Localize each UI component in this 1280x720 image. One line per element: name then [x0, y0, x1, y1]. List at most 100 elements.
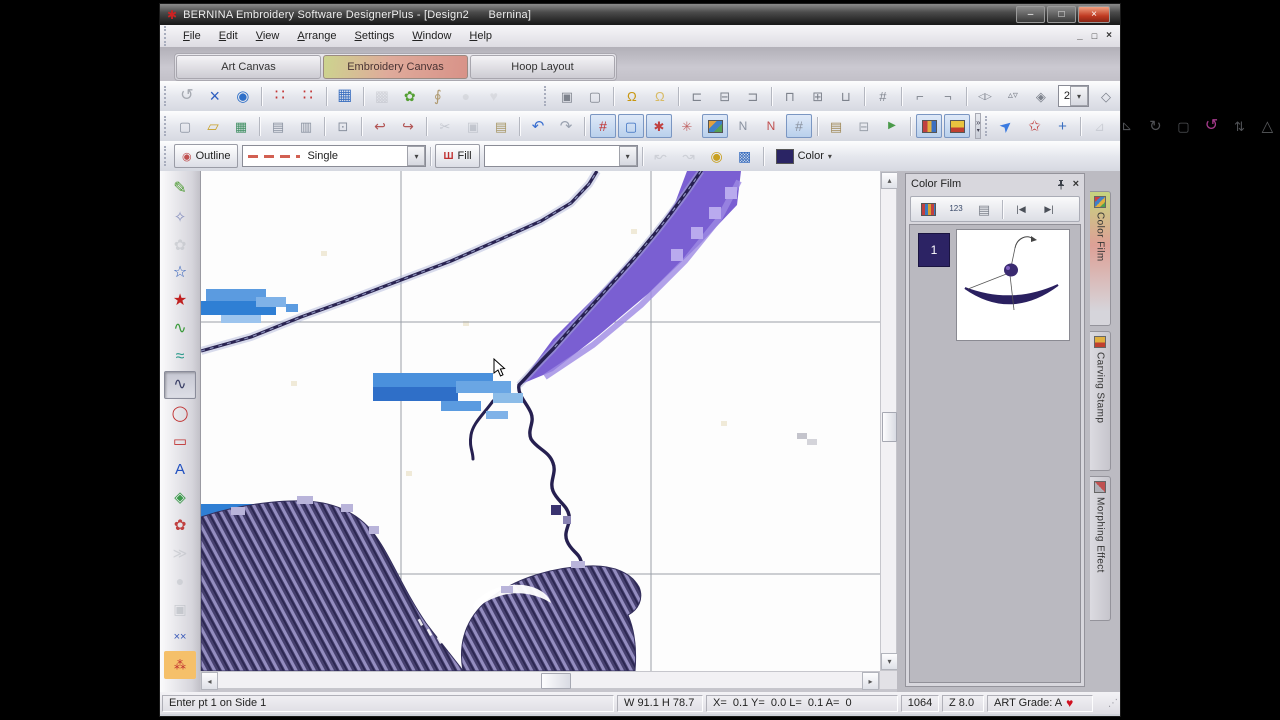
outline-style-select[interactable]: Single ▾: [242, 145, 427, 167]
tab-art-canvas[interactable]: Art Canvas: [176, 55, 321, 79]
insert-artwork-icon[interactable]: ↩: [367, 114, 393, 138]
leaf-icon[interactable]: ✿: [397, 84, 423, 108]
array-horizontal-icon[interactable]: ⌐: [907, 84, 933, 108]
menu-item-arrange[interactable]: Arrange: [288, 27, 345, 45]
color-film-list[interactable]: 1: [909, 224, 1081, 683]
heart-icon[interactable]: ♥: [481, 84, 507, 108]
rectangle-icon[interactable]: ▭: [164, 427, 196, 455]
chevron-down-icon[interactable]: ▾: [618, 146, 637, 166]
horizontal-scrollbar[interactable]: ◂ ▸: [200, 671, 880, 690]
mdi-restore-button[interactable]: □: [1092, 31, 1097, 41]
applique-icon[interactable]: ✿: [164, 511, 196, 539]
mirror-y-icon[interactable]: ⊿: [1114, 114, 1140, 138]
color-film-thumbnail[interactable]: [956, 229, 1070, 341]
add-holes-icon[interactable]: +: [1049, 114, 1075, 138]
align-right-icon[interactable]: ⊐: [740, 84, 766, 108]
menu-item-window[interactable]: Window: [403, 27, 460, 45]
rotate-45-icon[interactable]: ↻: [1142, 114, 1168, 138]
freehand-closed-icon[interactable]: ≈: [164, 343, 196, 371]
toolbar-drag-handle[interactable]: [164, 86, 168, 106]
outline-button[interactable]: ◉ Outline: [174, 144, 239, 168]
align-middle-icon[interactable]: ⊞: [805, 84, 831, 108]
show-outlines-icon[interactable]: N: [758, 114, 784, 138]
scale-icon[interactable]: ▢: [1170, 114, 1196, 138]
array-vertical-icon[interactable]: ¬: [935, 84, 961, 108]
color-film-header[interactable]: Color Film ×: [906, 174, 1084, 194]
align-left-icon[interactable]: ⊏: [684, 84, 710, 108]
chevron-down-icon[interactable]: ▾: [407, 146, 426, 166]
paste-icon[interactable]: ▤: [488, 114, 514, 138]
dot-grid-icon[interactable]: ∷: [267, 84, 293, 108]
mirror-horizontal-icon[interactable]: ◁▷: [972, 84, 998, 108]
film-strip-icon[interactable]: [915, 197, 941, 221]
toolbar-drag-handle[interactable]: [985, 116, 988, 136]
open-icon[interactable]: ▱: [200, 114, 226, 138]
pin-icon[interactable]: [1056, 179, 1066, 190]
print-icon[interactable]: ▤: [265, 114, 291, 138]
free-rotate-icon[interactable]: ↺: [1198, 114, 1224, 138]
vertical-scrollbar[interactable]: ▴ ▾: [880, 171, 898, 671]
write-to-machine-icon[interactable]: ⊡: [330, 114, 356, 138]
menu-item-settings[interactable]: Settings: [346, 27, 404, 45]
cross-stitch-icon[interactable]: ××: [164, 623, 196, 651]
print-preview-icon[interactable]: ▥: [293, 114, 319, 138]
mdi-minimize-button[interactable]: _: [1077, 31, 1083, 41]
embroidery-canvas[interactable]: [199, 168, 881, 672]
panel-close-icon[interactable]: ×: [1073, 178, 1079, 190]
align-center-icon[interactable]: ⊟: [712, 84, 738, 108]
overview-window-icon[interactable]: ⊟: [851, 114, 877, 138]
menu-item-view[interactable]: View: [247, 27, 289, 45]
mirror-x-icon[interactable]: ⊿: [1086, 114, 1112, 138]
wreath-icon[interactable]: ◇: [1093, 84, 1119, 108]
scroll-down-icon[interactable]: ▾: [881, 653, 898, 670]
swap-colors-icon[interactable]: ↺: [174, 84, 200, 108]
digitize-open-icon[interactable]: ☆: [164, 259, 196, 287]
auto-digitize-icon[interactable]: ✿: [164, 231, 196, 259]
align-top-icon[interactable]: ⊓: [777, 84, 803, 108]
lock-icon[interactable]: Ω: [619, 84, 645, 108]
menu-item-file[interactable]: File: [174, 27, 210, 45]
sphere-icon[interactable]: ●: [453, 84, 479, 108]
close-button[interactable]: ×: [1078, 6, 1110, 23]
new-icon[interactable]: ▢: [172, 114, 198, 138]
dock-tab-color-film[interactable]: Color Film: [1090, 191, 1111, 326]
vertical-scroll-thumb[interactable]: [882, 412, 897, 442]
chevron-down-icon[interactable]: ▾: [1070, 86, 1088, 106]
menu-item-help[interactable]: Help: [460, 27, 501, 45]
scroll-left-icon[interactable]: ◂: [201, 672, 218, 690]
sequence-by-color-icon[interactable]: ▤: [971, 197, 997, 221]
array-count-select[interactable]: 2 ▾: [1057, 85, 1089, 107]
insert-embroidery-icon[interactable]: ↪: [395, 114, 421, 138]
outline-design-icon[interactable]: ▣: [164, 595, 196, 623]
freehand-applique-icon[interactable]: ≫: [164, 539, 196, 567]
freehand-open-icon[interactable]: ∿: [164, 315, 196, 343]
stamp-icon[interactable]: [944, 114, 970, 138]
mirror-both-icon[interactable]: ◈: [1028, 84, 1054, 108]
back-icon[interactable]: |◀: [1008, 197, 1034, 221]
reshape-icon[interactable]: ✩: [1021, 114, 1047, 138]
magic-wand-icon[interactable]: ✧: [164, 203, 196, 231]
horizontal-scroll-thumb[interactable]: [541, 673, 571, 689]
quilter-grid-icon[interactable]: ▦: [332, 84, 358, 108]
show-artwork-icon[interactable]: ✱: [646, 114, 672, 138]
outline-stitch-icon[interactable]: ↜: [648, 144, 674, 168]
align-bottom-icon[interactable]: ⊔: [833, 84, 859, 108]
needle-points-icon[interactable]: #: [786, 114, 812, 138]
mdi-close-button[interactable]: ×: [1106, 31, 1112, 41]
pattern-icon[interactable]: ◉: [704, 144, 730, 168]
lettering-icon[interactable]: A: [164, 455, 196, 483]
toolbar-drag-handle[interactable]: [544, 86, 548, 106]
toolbar-drag-handle[interactable]: [164, 146, 169, 166]
show-grid-icon[interactable]: #: [590, 114, 616, 138]
copy-icon[interactable]: ▣: [460, 114, 486, 138]
scroll-right-icon[interactable]: ▸: [862, 672, 879, 690]
tab-embroidery-canvas[interactable]: Embroidery Canvas: [323, 55, 468, 79]
resequence-icon[interactable]: 123: [943, 197, 969, 221]
fill-stitch-icon[interactable]: ↝: [676, 144, 702, 168]
show-stitches-icon[interactable]: N: [730, 114, 756, 138]
maximize-button[interactable]: □: [1047, 6, 1076, 23]
color-button[interactable]: Color ▾: [768, 144, 840, 168]
title-bar[interactable]: ✱ BERNINA Embroidery Software DesignerPl…: [160, 4, 1120, 25]
tab-hoop-layout[interactable]: Hoop Layout: [470, 55, 615, 79]
fill-button[interactable]: Ш Fill: [435, 144, 480, 168]
